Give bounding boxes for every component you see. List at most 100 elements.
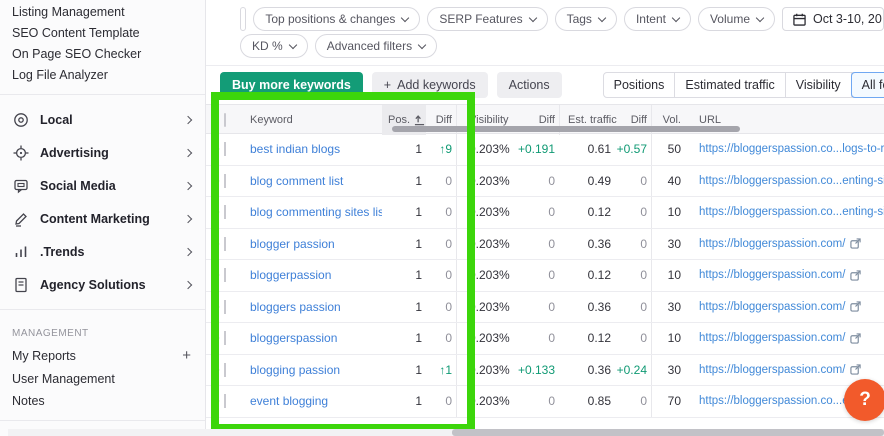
row-checkbox[interactable] [224,174,226,188]
sidebar-item-social-media[interactable]: Social Media [0,169,205,202]
filter-volume-dropdown[interactable]: Volume [698,7,775,31]
tab-estimated-traffic[interactable]: Estimated traffic [675,73,785,97]
url-link[interactable]: https://bloggerspassion.co...enting-site [685,206,884,218]
keyword-link[interactable]: blog commenting sites list [250,205,382,219]
filter-kd-dropdown[interactable]: KD % [240,34,308,58]
external-link-icon[interactable] [850,301,861,312]
table-row[interactable]: blogging passion 1 ↑1 0.203% +0.133 0.36… [206,355,884,387]
url-link[interactable]: https://bloggerspassion.co...enting-site [685,175,884,187]
table-row[interactable]: blog comment list 1 0 0.203% 0 0.49 0 40… [206,166,884,198]
expand-row-chevron-icon[interactable] [206,209,224,215]
add-report-plus-icon[interactable]: + [182,347,191,364]
sidebar-item-local[interactable]: Local [0,103,205,136]
sidebar-item-agency-solutions[interactable]: Agency Solutions [0,268,205,301]
expand-row-chevron-icon[interactable] [206,241,224,247]
external-link-icon[interactable] [850,333,861,344]
visibility-value: 0.203% [456,292,511,323]
keyword-link[interactable]: best indian blogs [250,142,382,156]
filter-top-positions-dropdown[interactable]: Top positions & changes [253,7,420,31]
expand-row-chevron-icon[interactable] [206,272,224,278]
header-traffic-diff[interactable]: Diff [615,114,651,126]
sidebar-item-my-reports[interactable]: My Reports + [0,343,205,368]
header-url[interactable]: URL [685,114,884,126]
keyword-link[interactable]: bloggers passion [250,300,382,314]
filter-advanced-dropdown[interactable]: Advanced filters [315,34,437,58]
keyword-link[interactable]: blogger passion [250,237,382,251]
expand-row-chevron-icon[interactable] [206,367,224,373]
row-checkbox[interactable] [224,363,226,377]
tab-positions[interactable]: Positions [604,73,676,97]
sidebar-item-trends[interactable]: .Trends [0,235,205,268]
row-checkbox[interactable] [224,237,226,251]
filter-tags-dropdown[interactable]: Tags [555,7,617,31]
header-keyword[interactable]: Keyword [250,114,382,126]
advertising-target-icon [12,144,29,161]
table-row[interactable]: blog commenting sites list 1 0 0.203% 0 … [206,197,884,229]
keyword-link[interactable]: blog comment list [250,174,382,188]
url-link[interactable]: https://bloggerspassion.com/ [685,238,884,250]
expand-row-chevron-icon[interactable] [206,304,224,310]
help-button[interactable]: ? [844,379,884,421]
sidebar-item-notes[interactable]: Notes [0,390,205,412]
table-row[interactable]: bloggers passion 1 0 0.203% 0 0.36 0 30 … [206,292,884,324]
date-range-picker[interactable]: Oct 3-10, 20 [782,7,884,31]
expand-row-chevron-icon[interactable] [206,398,224,404]
sidebar-item-user-management[interactable]: User Management [0,368,205,390]
page-horizontal-scrollbar[interactable] [452,429,884,436]
expand-row-chevron-icon[interactable] [206,335,224,341]
url-link[interactable]: https://bloggerspassion.com/ [685,301,884,313]
row-checkbox[interactable] [224,142,226,156]
tab-all-for-domain[interactable]: All for bloggerspassion.com [851,72,884,98]
header-visibility-diff[interactable]: Diff [511,114,559,126]
row-checkbox[interactable] [224,268,226,282]
expand-row-chevron-icon[interactable] [206,146,224,152]
filter-label: Intent [636,12,666,26]
row-checkbox[interactable] [224,300,226,314]
row-checkbox[interactable] [224,331,226,345]
filter-serp-features-dropdown[interactable]: SERP Features [427,7,547,31]
sidebar-item-listing-management[interactable]: Listing Management [0,2,205,23]
sidebar-divider [0,309,205,310]
add-keywords-button[interactable]: +Add keywords [372,72,488,98]
external-link-icon[interactable] [850,238,861,249]
sidebar-item-advertising[interactable]: Advertising [0,136,205,169]
table-toolbar: Buy more keywords +Add keywords Actions … [206,66,884,104]
header-pos-diff[interactable]: Diff [426,114,456,126]
url-link[interactable]: https://bloggerspassion.com/ [685,269,884,281]
keyword-link[interactable]: event blogging [250,394,382,408]
table-body: best indian blogs 1 ↑9 0.203% +0.191 0.6… [206,134,884,418]
url-link[interactable]: https://bloggerspassion.com/ [685,364,884,376]
sidebar-item-on-page-seo-checker[interactable]: On Page SEO Checker [0,44,205,65]
select-all-checkbox[interactable] [224,113,226,127]
url-link[interactable]: https://bloggerspassion.com/ [685,332,884,344]
buy-more-keywords-button[interactable]: Buy more keywords [220,72,363,98]
table-row[interactable]: event blogging 1 0 0.203% 0 0.85 0 70 ht… [206,386,884,418]
row-checkbox[interactable] [224,394,226,408]
keyword-link[interactable]: bloggerspassion [250,331,382,345]
row-checkbox[interactable] [224,205,226,219]
chevron-right-icon [184,214,192,222]
columns-horizontal-scrollbar[interactable] [392,126,740,132]
sidebar-item-content-marketing[interactable]: Content Marketing [0,202,205,235]
filter-intent-dropdown[interactable]: Intent [624,7,691,31]
sidebar-item-log-file-analyzer[interactable]: Log File Analyzer [0,65,205,86]
actions-button[interactable]: Actions [497,72,562,98]
expand-row-chevron-icon[interactable] [206,178,224,184]
traffic-diff: 0 [615,205,651,219]
position-value: 1 [382,205,426,219]
table-row[interactable]: bloggerspassion 1 0 0.203% 0 0.12 0 10 h… [206,323,884,355]
position-diff: 0 [426,300,456,314]
tab-visibility[interactable]: Visibility [786,73,852,97]
table-row[interactable]: bloggerpassion 1 0 0.203% 0 0.12 0 10 ht… [206,260,884,292]
keyword-link[interactable]: blogging passion [250,363,382,377]
table-row[interactable]: best indian blogs 1 ↑9 0.203% +0.191 0.6… [206,134,884,166]
sidebar-divider [0,94,205,95]
external-link-icon[interactable] [850,270,861,281]
volume-value: 30 [651,355,685,386]
keyword-filter-input[interactable] [241,12,246,26]
sidebar-item-seo-content-template[interactable]: SEO Content Template [0,23,205,44]
keyword-link[interactable]: bloggerpassion [250,268,382,282]
table-row[interactable]: blogger passion 1 0 0.203% 0 0.36 0 30 h… [206,229,884,261]
url-link[interactable]: https://bloggerspassion.co...logs-to-re [685,143,884,155]
external-link-icon[interactable] [850,364,861,375]
